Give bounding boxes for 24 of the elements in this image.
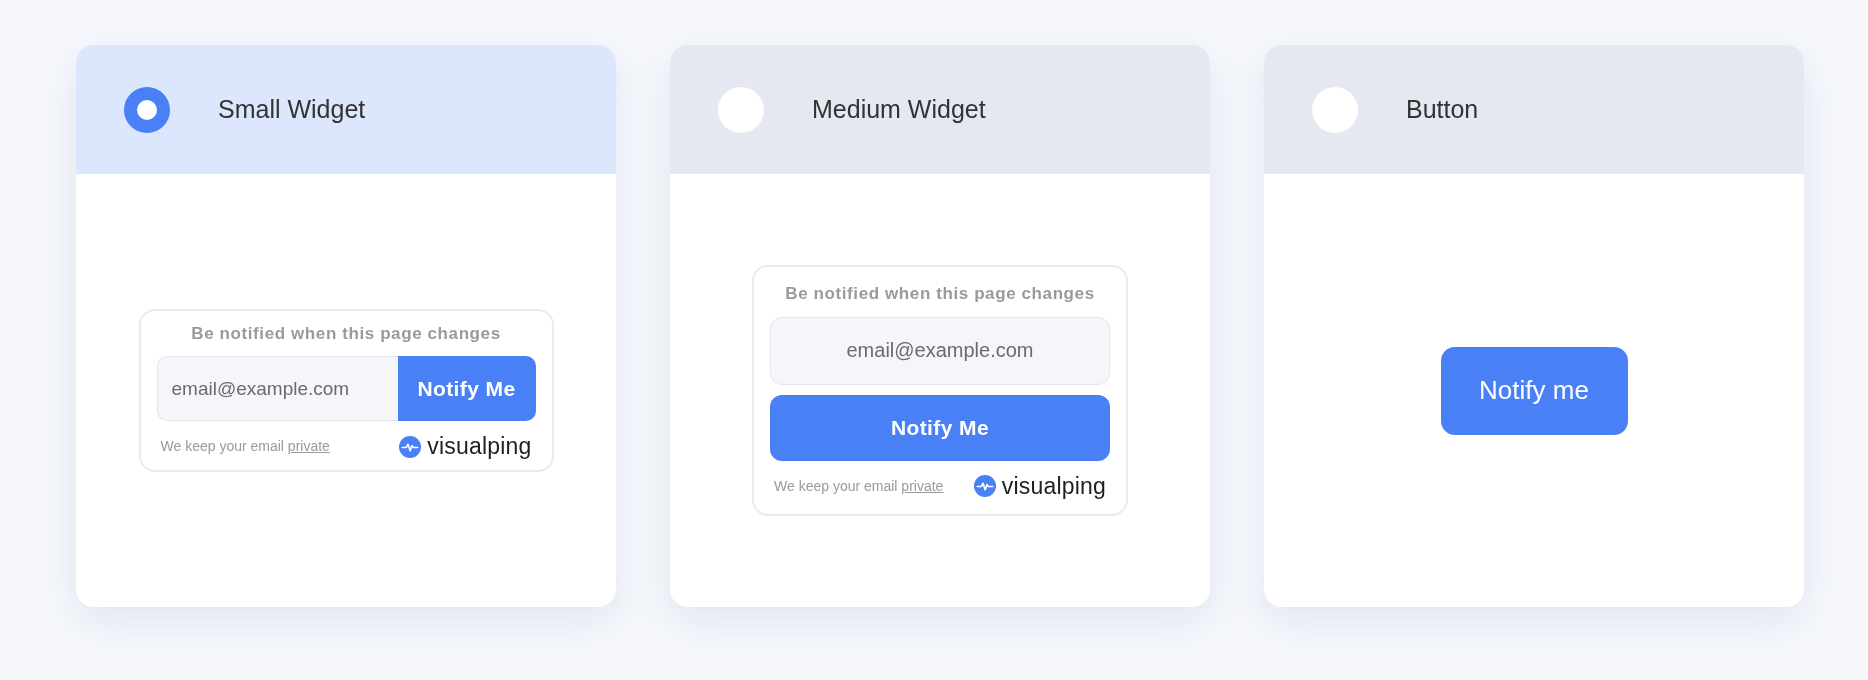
- email-field[interactable]: email@example.com: [156, 356, 398, 422]
- widget-heading: Be notified when this page changes: [784, 283, 1096, 306]
- option-title: Small Widget: [218, 93, 366, 125]
- notify-button[interactable]: Notify me: [1440, 346, 1628, 435]
- email-field[interactable]: email@example.com: [770, 316, 1110, 385]
- privacy-note: We keep your email private: [774, 476, 944, 496]
- option-card[interactable]: Small Widget Be notified when this page changes email@example.com Notify Me We keep your email private visualping: [76, 45, 616, 607]
- pulse-logo-icon: [399, 435, 422, 458]
- radio-button[interactable]: [124, 86, 170, 133]
- option-title: Button: [1406, 93, 1479, 125]
- notify-button[interactable]: Notify Me: [397, 356, 536, 422]
- option-card[interactable]: Medium Widget Be notified when this page changes email@example.com Notify Me We keep your email private visualping: [670, 45, 1210, 607]
- privacy-note: We keep your email private: [160, 437, 330, 457]
- widget-heading: Be notified when this page changes: [190, 322, 502, 345]
- brand-name: visualping: [427, 435, 532, 459]
- notify-button[interactable]: Notify Me: [770, 394, 1110, 461]
- privacy-link[interactable]: private: [287, 438, 330, 455]
- privacy-link[interactable]: private: [901, 477, 944, 494]
- option-card[interactable]: Button Notify me: [1264, 45, 1804, 607]
- radio-button[interactable]: [1312, 86, 1358, 133]
- option-title: Medium Widget: [812, 93, 986, 125]
- brand-name: visualping: [1001, 474, 1106, 498]
- pulse-logo-icon: [973, 475, 996, 498]
- radio-button[interactable]: [718, 86, 764, 133]
